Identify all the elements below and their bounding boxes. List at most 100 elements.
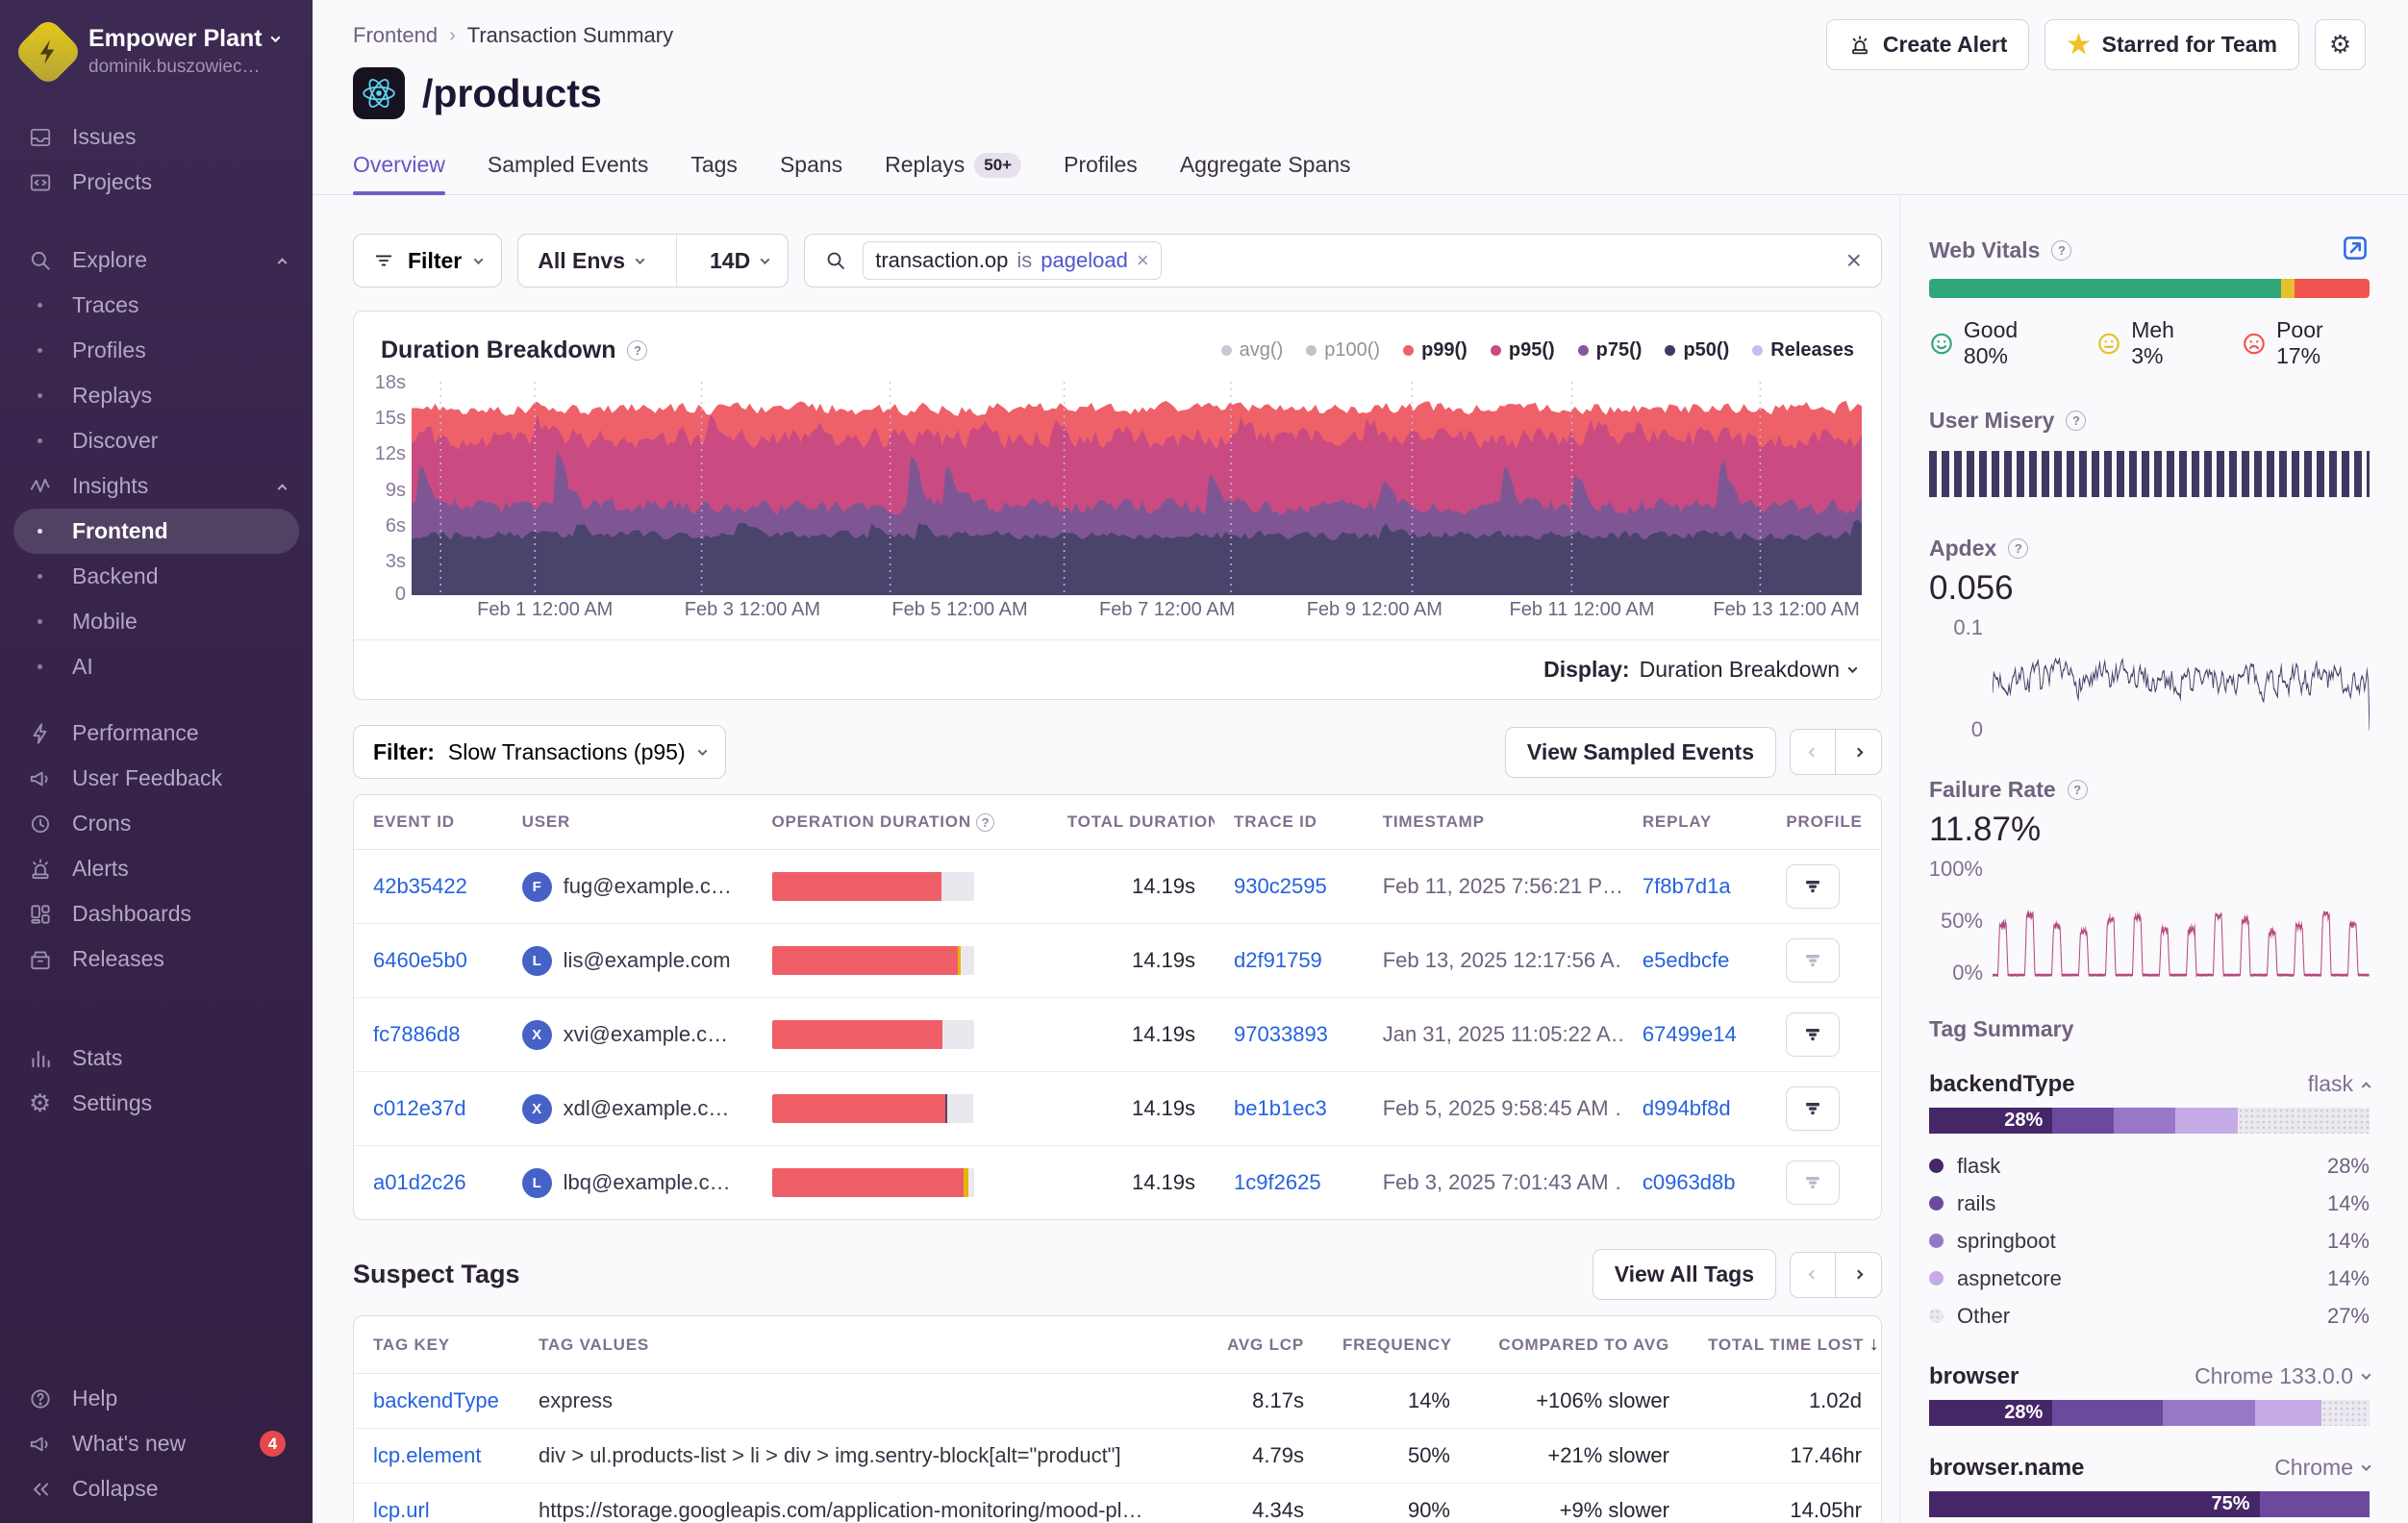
tag-key-link[interactable]: backendType xyxy=(373,1388,499,1412)
help-icon[interactable]: ? xyxy=(627,340,647,361)
display-value[interactable]: Duration Breakdown xyxy=(1640,657,1840,683)
prev-page-button[interactable] xyxy=(1790,729,1836,775)
trace-id-link[interactable]: be1b1ec3 xyxy=(1234,1096,1327,1120)
transactions-filter-button[interactable]: Filter: Slow Transactions (p95) xyxy=(353,725,726,779)
profile-button[interactable] xyxy=(1786,1086,1840,1131)
sidebar-group-explore[interactable]: Explore xyxy=(0,237,313,283)
next-page-button[interactable] xyxy=(1836,729,1882,775)
sidebar-item-profiles[interactable]: Profiles xyxy=(0,328,313,373)
sidebar-item-backend[interactable]: Backend xyxy=(0,554,313,599)
tab-tags[interactable]: Tags xyxy=(690,152,738,194)
search-token[interactable]: transaction.op is pageload × xyxy=(863,241,1162,280)
org-switcher[interactable]: Empower Plant dominik.buszowiec… xyxy=(0,25,313,78)
legend-releases[interactable]: Releases xyxy=(1752,339,1854,362)
legend-p95[interactable]: p95() xyxy=(1491,339,1555,362)
replay-link[interactable]: e5edbcfe xyxy=(1643,948,1730,972)
sidebar-item-performance[interactable]: Performance xyxy=(0,711,313,756)
sidebar-item-mobile[interactable]: Mobile xyxy=(0,599,313,644)
trace-id-link[interactable]: 1c9f2625 xyxy=(1234,1170,1321,1194)
view-all-tags-button[interactable]: View All Tags xyxy=(1593,1249,1776,1300)
profile-button[interactable] xyxy=(1786,1012,1840,1057)
token-remove-icon[interactable]: × xyxy=(1137,248,1149,273)
sidebar-item-ai[interactable]: AI xyxy=(0,644,313,689)
sidebar-item-traces[interactable]: Traces xyxy=(0,283,313,328)
replay-link[interactable]: d994bf8d xyxy=(1643,1096,1731,1120)
tag-value-selector[interactable]: Chrome 133.0.0 xyxy=(2195,1363,2370,1389)
stacked-area-chart[interactable] xyxy=(412,380,1862,595)
event-id-link[interactable]: a01d2c26 xyxy=(373,1170,466,1194)
sidebar-item-user-feedback[interactable]: User Feedback xyxy=(0,756,313,801)
help-icon[interactable]: ? xyxy=(2066,411,2086,431)
period-selector[interactable]: 14D xyxy=(690,235,788,287)
tab-aggregate-spans[interactable]: Aggregate Spans xyxy=(1180,152,1351,194)
event-id-link[interactable]: 6460e5b0 xyxy=(373,948,467,972)
help-icon[interactable]: ? xyxy=(2008,538,2028,559)
create-alert-button[interactable]: Create Alert xyxy=(1826,19,2030,70)
help-icon[interactable]: ? xyxy=(976,813,994,832)
breadcrumb-frontend[interactable]: Frontend xyxy=(353,23,438,48)
tab-replays[interactable]: Replays50+ xyxy=(885,152,1021,194)
tag-key-link[interactable]: lcp.url xyxy=(373,1498,430,1522)
next-page-button[interactable] xyxy=(1836,1252,1882,1298)
help-icon[interactable]: ? xyxy=(2068,780,2088,800)
sidebar-item-whats-new[interactable]: What's new 4 xyxy=(0,1421,313,1466)
filter-button[interactable]: Filter xyxy=(353,234,502,287)
search-bar[interactable]: transaction.op is pageload × × xyxy=(804,234,1882,287)
profile-button[interactable] xyxy=(1786,864,1840,909)
event-id-link[interactable]: c012e37d xyxy=(373,1096,466,1120)
list-item[interactable]: flask28% xyxy=(1929,1147,2370,1185)
search-clear-icon[interactable]: × xyxy=(1846,247,1862,274)
legend-p100[interactable]: p100() xyxy=(1306,339,1380,362)
tab-spans[interactable]: Spans xyxy=(780,152,842,194)
trace-id-link[interactable]: 930c2595 xyxy=(1234,874,1327,898)
profile-button[interactable] xyxy=(1786,1161,1840,1205)
open-in-new-icon[interactable] xyxy=(2341,234,2370,262)
list-item[interactable]: rails14% xyxy=(1929,1185,2370,1222)
trace-id-link[interactable]: d2f91759 xyxy=(1234,948,1322,972)
legend-p75[interactable]: p75() xyxy=(1578,339,1643,362)
sidebar-group-insights[interactable]: Insights xyxy=(0,463,313,509)
list-item[interactable]: aspnetcore14% xyxy=(1929,1260,2370,1297)
env-selector[interactable]: All Envs xyxy=(518,235,663,287)
event-id-link[interactable]: 42b35422 xyxy=(373,874,467,898)
tab-sampled-events[interactable]: Sampled Events xyxy=(488,152,648,194)
profile-button[interactable] xyxy=(1786,938,1840,983)
sidebar-item-alerts[interactable]: Alerts xyxy=(0,846,313,891)
sidebar-item-frontend[interactable]: Frontend xyxy=(13,509,299,554)
sidebar-collapse-button[interactable]: Collapse xyxy=(0,1466,313,1511)
legend-p99[interactable]: p99() xyxy=(1403,339,1467,362)
legend-avg[interactable]: avg() xyxy=(1221,339,1284,362)
legend-p50[interactable]: p50() xyxy=(1665,339,1729,362)
starred-for-team-button[interactable]: ★ Starred for Team xyxy=(2044,19,2299,70)
settings-button[interactable]: ⚙ xyxy=(2315,19,2366,70)
sidebar-item-help[interactable]: Help xyxy=(0,1376,313,1421)
prev-page-button[interactable] xyxy=(1790,1252,1836,1298)
sidebar-item-discover[interactable]: Discover xyxy=(0,418,313,463)
sidebar-item-dashboards[interactable]: Dashboards xyxy=(0,891,313,936)
view-sampled-events-button[interactable]: View Sampled Events xyxy=(1505,727,1776,778)
list-item[interactable]: Other27% xyxy=(1929,1297,2370,1335)
tag-value-selector[interactable]: Chrome xyxy=(2274,1455,2370,1481)
tag-distribution-bar[interactable]: 28% xyxy=(1929,1400,2370,1426)
sidebar-item-settings[interactable]: ⚙ Settings xyxy=(0,1081,313,1126)
help-icon[interactable]: ? xyxy=(2051,240,2071,261)
list-item[interactable]: springboot14% xyxy=(1929,1222,2370,1260)
replay-link[interactable]: 67499e14 xyxy=(1643,1022,1737,1046)
replay-link[interactable]: c0963d8b xyxy=(1643,1170,1736,1194)
sidebar-item-replays[interactable]: Replays xyxy=(0,373,313,418)
tab-overview[interactable]: Overview xyxy=(353,152,445,194)
tab-profiles[interactable]: Profiles xyxy=(1064,152,1138,194)
tag-distribution-bar[interactable]: 75% xyxy=(1929,1491,2370,1517)
tag-value-selector[interactable]: flask xyxy=(2308,1071,2370,1097)
tag-distribution-bar[interactable]: 28% xyxy=(1929,1108,2370,1134)
sidebar-item-projects[interactable]: Projects xyxy=(0,160,313,205)
event-id-link[interactable]: fc7886d8 xyxy=(373,1022,461,1046)
sidebar-item-releases[interactable]: Releases xyxy=(0,936,313,982)
tag-key-link[interactable]: lcp.element xyxy=(373,1443,482,1467)
sidebar-item-crons[interactable]: Crons xyxy=(0,801,313,846)
sidebar-item-issues[interactable]: Issues xyxy=(0,114,313,160)
col-total-time-lost[interactable]: TOTAL TIME LOST ↓ xyxy=(1689,1316,1881,1374)
sidebar-item-stats[interactable]: Stats xyxy=(0,1036,313,1081)
trace-id-link[interactable]: 97033893 xyxy=(1234,1022,1328,1046)
replay-link[interactable]: 7f8b7d1a xyxy=(1643,874,1731,898)
